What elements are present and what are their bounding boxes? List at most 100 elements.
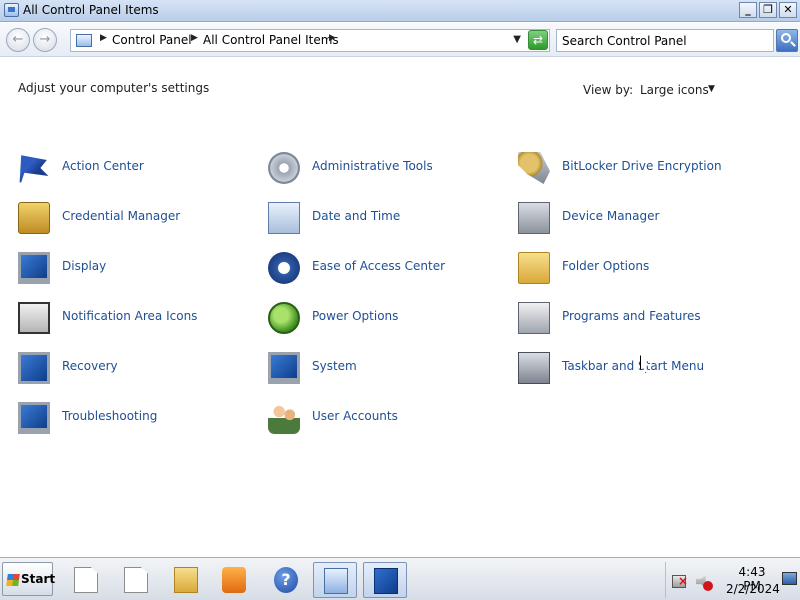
troubleshooting-icon [18, 402, 50, 434]
clock-date[interactable]: 2/2/2024 [726, 582, 780, 596]
taskbar-control-panel[interactable] [313, 562, 357, 598]
administrative-tools-icon [268, 152, 300, 184]
start-label: Start [21, 572, 56, 586]
item-bitlocker[interactable]: BitLocker Drive Encryption [518, 148, 758, 188]
action-center-icon [374, 568, 398, 594]
item-label[interactable]: Programs and Features [562, 309, 701, 323]
credential-vault-icon [18, 202, 50, 234]
item-date-time[interactable]: Date and Time [268, 198, 508, 238]
item-label[interactable]: System [312, 359, 357, 373]
notification-area-icon [18, 302, 50, 334]
item-label[interactable]: Device Manager [562, 209, 659, 223]
item-user-accounts[interactable]: User Accounts [268, 398, 508, 438]
recovery-icon [18, 352, 50, 384]
item-label[interactable]: Ease of Access Center [312, 259, 445, 273]
item-label[interactable]: Notification Area Icons [62, 309, 197, 323]
item-folder-options[interactable]: Folder Options [518, 248, 758, 288]
control-panel-app-icon [4, 3, 19, 17]
taskbar-document-2[interactable] [114, 562, 158, 598]
page-heading: Adjust your computer's settings [18, 81, 210, 95]
minimize-button[interactable]: _ [739, 2, 757, 18]
breadcrumb-arrow-icon[interactable]: ▶ [100, 33, 107, 43]
search-box[interactable] [556, 29, 774, 52]
item-device-manager[interactable]: Device Manager [518, 198, 758, 238]
taskbar-action-center[interactable] [363, 562, 407, 598]
search-button[interactable] [776, 29, 798, 52]
document-icon [74, 567, 98, 593]
taskbar-help-support[interactable]: ? [264, 562, 308, 598]
help-icon: ? [274, 567, 298, 593]
title-bar: All Control Panel Items _ ❐ ✕ [0, 0, 800, 22]
bitlocker-key-icon [518, 152, 550, 184]
item-programs-features[interactable]: Programs and Features [518, 298, 758, 338]
taskbar-media-player[interactable] [212, 562, 256, 598]
document-icon [124, 567, 148, 593]
breadcrumb-arrow-icon[interactable]: ▶ [191, 33, 198, 43]
system-icon [268, 352, 300, 384]
display-monitor-icon [18, 252, 50, 284]
windows-explorer-icon [174, 567, 198, 593]
item-label[interactable]: Recovery [62, 359, 118, 373]
item-label[interactable]: Credential Manager [62, 209, 180, 223]
show-desktop-icon[interactable] [782, 572, 797, 585]
item-label[interactable]: Troubleshooting [62, 409, 157, 423]
windows-logo-icon [6, 574, 20, 586]
item-power-options[interactable]: Power Options [268, 298, 508, 338]
breadcrumb[interactable]: ▶ Control Panel ▶ All Control Panel Item… [70, 29, 550, 52]
taskbar-start-menu-icon [518, 352, 550, 384]
item-taskbar-start-menu[interactable]: Taskbar and Start Menu [518, 348, 758, 388]
search-icon-handle [790, 41, 796, 47]
item-troubleshooting[interactable]: Troubleshooting [18, 398, 258, 438]
item-label[interactable]: BitLocker Drive Encryption [562, 159, 722, 173]
item-system[interactable]: System [268, 348, 508, 388]
item-label[interactable]: Action Center [62, 159, 144, 173]
close-button[interactable]: ✕ [779, 2, 797, 18]
power-options-icon [268, 302, 300, 334]
forward-button[interactable]: → [33, 28, 57, 52]
folder-options-icon [518, 252, 550, 284]
restore-button[interactable]: ❐ [759, 2, 777, 18]
item-label[interactable]: Folder Options [562, 259, 649, 273]
breadcrumb-control-panel[interactable]: Control Panel [112, 33, 192, 47]
search-input[interactable] [562, 31, 772, 51]
item-notification-area-icons[interactable]: Notification Area Icons [18, 298, 258, 338]
item-credential-manager[interactable]: Credential Manager [18, 198, 258, 238]
device-manager-icon [518, 202, 550, 234]
media-player-icon [222, 567, 246, 593]
window-title: All Control Panel Items [23, 3, 159, 17]
start-button[interactable]: Start [2, 562, 56, 596]
item-display[interactable]: Display [18, 248, 258, 288]
programs-features-icon [518, 302, 550, 334]
address-bar: ← → ▶ Control Panel ▶ All Control Panel … [0, 23, 800, 57]
view-by-label: View by: [583, 83, 634, 97]
taskbar: Start ? 4:43 PM 2/2/2024 [0, 557, 800, 600]
taskbar-windows-explorer[interactable] [164, 562, 208, 598]
network-disconnected-icon[interactable] [672, 574, 688, 588]
back-button[interactable]: ← [6, 28, 30, 52]
item-label[interactable]: Date and Time [312, 209, 400, 223]
item-label[interactable]: Taskbar and Start Menu [562, 359, 704, 373]
breadcrumb-all-items[interactable]: All Control Panel Items [203, 33, 339, 47]
item-ease-of-access[interactable]: Ease of Access Center [268, 248, 508, 288]
breadcrumb-arrow-icon[interactable]: ▶ [329, 33, 336, 43]
item-administrative-tools[interactable]: Administrative Tools [268, 148, 508, 188]
volume-muted-icon [703, 581, 713, 591]
item-label[interactable]: Power Options [312, 309, 398, 323]
item-label[interactable]: Display [62, 259, 106, 273]
address-dropdown-icon[interactable]: ▼ [513, 34, 521, 45]
action-center-flag-icon [19, 155, 49, 183]
user-accounts-icon [268, 402, 300, 434]
refresh-button[interactable]: ⇄ [528, 30, 548, 50]
view-by-chevron-icon[interactable]: ▼ [708, 84, 715, 94]
taskbar-document-1[interactable] [64, 562, 108, 598]
ease-of-access-icon [268, 252, 300, 284]
view-by-dropdown[interactable]: Large icons [640, 83, 709, 97]
control-panel-icon [324, 568, 348, 594]
item-action-center[interactable]: Action Center [18, 148, 258, 188]
system-tray: 4:43 PM 2/2/2024 [665, 562, 798, 598]
item-label[interactable]: User Accounts [312, 409, 398, 423]
date-time-clock-icon [268, 202, 300, 234]
item-label[interactable]: Administrative Tools [312, 159, 433, 173]
control-panel-icon [76, 34, 92, 47]
item-recovery[interactable]: Recovery [18, 348, 258, 388]
